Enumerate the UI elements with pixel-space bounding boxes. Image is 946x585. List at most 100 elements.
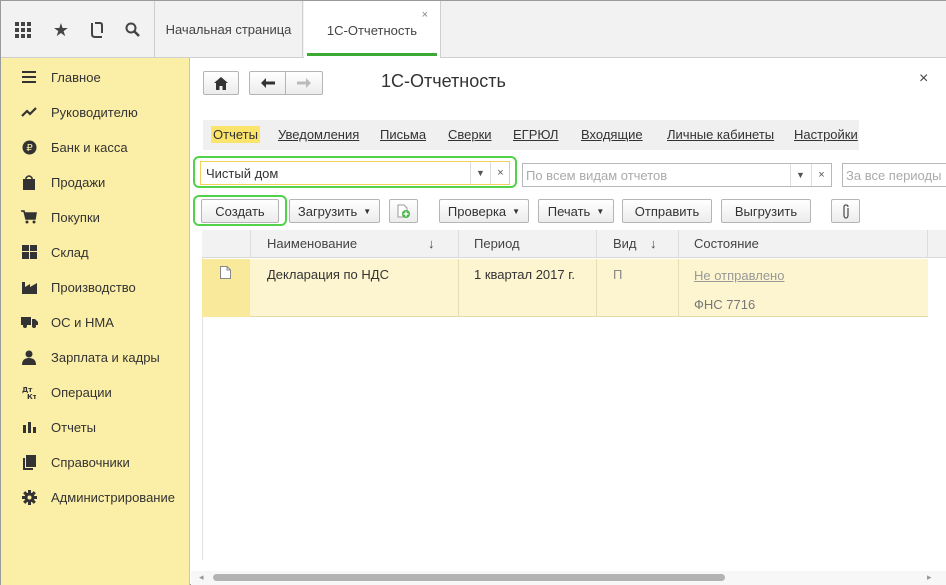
- section-navbar: Отчеты Уведомления Письма Сверки ЕГРЮЛ В…: [203, 120, 859, 150]
- load-button[interactable]: Загрузить ▼: [289, 199, 380, 223]
- period-placeholder: За все периоды: [846, 168, 942, 183]
- sidebar-item-label: Главное: [51, 69, 101, 85]
- sidebar-item-label: Склад: [51, 244, 89, 260]
- top-bar: ★ Начальная страница 1С-Отчетность ×: [1, 1, 946, 59]
- nav-link-settings[interactable]: Настройки: [794, 127, 858, 142]
- sidebar-item-admin[interactable]: Администрирование: [1, 482, 189, 512]
- sort-arrow-icon[interactable]: ↓: [428, 236, 435, 251]
- home-button[interactable]: [203, 71, 239, 95]
- report-type-field[interactable]: По всем видам отчетов ▼ ×: [522, 163, 832, 187]
- column-header-kind[interactable]: Вид: [613, 236, 637, 251]
- sidebar-item-operations[interactable]: Дт Кт Операции: [1, 377, 189, 407]
- document-icon: [220, 266, 231, 279]
- column-header-period[interactable]: Период: [474, 236, 520, 251]
- tab-home[interactable]: Начальная страница: [155, 1, 303, 58]
- send-button[interactable]: Отправить: [622, 199, 712, 223]
- sidebar-item-manager[interactable]: Руководителю: [1, 97, 189, 127]
- reports-table: Наименование ↓ Период Вид ↓ Состояние Де…: [202, 230, 946, 318]
- main-panel: 1С-Отчетность × Отчеты Уведомления Письм…: [191, 58, 946, 585]
- history-icon[interactable]: [85, 15, 109, 45]
- sort-arrow-icon[interactable]: ↓: [650, 236, 657, 251]
- scroll-left-icon[interactable]: ◂: [199, 572, 204, 583]
- books-icon: [20, 453, 38, 471]
- chevron-down-icon[interactable]: ▼: [470, 162, 490, 184]
- arrow-right-icon: [297, 78, 311, 88]
- sidebar-item-salary[interactable]: Зарплата и кадры: [1, 342, 189, 372]
- sidebar-item-label: Зарплата и кадры: [51, 349, 160, 365]
- sidebar-item-label: Руководителю: [51, 104, 138, 120]
- organization-field[interactable]: Чистый дом ▼ ×: [200, 161, 510, 185]
- forward-button[interactable]: [285, 71, 323, 95]
- chevron-down-icon: ▼: [363, 206, 372, 216]
- sidebar-item-reports[interactable]: Отчеты: [1, 412, 189, 442]
- back-button[interactable]: [249, 71, 286, 95]
- send-button-label: Отправить: [634, 203, 700, 219]
- nav-link-incoming[interactable]: Входящие: [581, 127, 643, 142]
- nav-link-notifications[interactable]: Уведомления: [278, 127, 359, 142]
- sidebar-item-production[interactable]: Производство: [1, 272, 189, 302]
- bar-chart-icon: [20, 418, 38, 436]
- sidebar-item-sales[interactable]: Продажи: [1, 167, 189, 197]
- check-button-label: Проверка: [447, 203, 507, 219]
- truck-icon: [20, 313, 38, 331]
- attach-button[interactable]: [831, 199, 860, 223]
- scroll-right-icon[interactable]: ▸: [927, 572, 932, 583]
- sidebar-item-label: ОС и НМА: [51, 314, 114, 330]
- column-header-state[interactable]: Состояние: [694, 236, 759, 251]
- star-icon[interactable]: ★: [49, 15, 73, 45]
- print-button-label: Печать: [547, 203, 591, 219]
- create-button[interactable]: Создать: [201, 199, 279, 223]
- tab-active-label: 1С-Отчетность: [326, 22, 418, 38]
- column-header-name[interactable]: Наименование: [267, 236, 357, 251]
- add-document-button[interactable]: [389, 199, 418, 223]
- warehouse-grid-icon: [20, 243, 38, 261]
- shopping-bag-icon: [20, 173, 38, 191]
- sidebar-item-label: Покупки: [51, 209, 100, 225]
- sidebar-item-warehouse[interactable]: Склад: [1, 237, 189, 267]
- paperclip-icon: [842, 203, 849, 219]
- nav-link-egrul[interactable]: ЕГРЮЛ: [513, 127, 558, 142]
- trend-up-icon: [20, 103, 38, 121]
- sidebar-item-label: Справочники: [51, 454, 130, 470]
- check-button[interactable]: Проверка ▼: [439, 199, 529, 223]
- sidebar-item-label: Администрирование: [51, 489, 175, 505]
- nav-link-letters[interactable]: Письма: [380, 127, 426, 142]
- table-row[interactable]: Декларация по НДС 1 квартал 2017 г. П Не…: [202, 259, 928, 317]
- sidebar-item-label: Производство: [51, 279, 136, 295]
- arrow-left-icon: [260, 78, 275, 88]
- sidebar-item-label: Отчеты: [51, 419, 96, 435]
- horizontal-scrollbar[interactable]: ◂ ▸: [191, 571, 946, 585]
- factory-icon: [20, 278, 38, 296]
- apps-grid-icon[interactable]: [11, 15, 35, 45]
- sidebar-item-bank[interactable]: ₽ Банк и касса: [1, 132, 189, 162]
- sidebar: Главное Руководителю ₽ Банк и касса Прод…: [1, 58, 190, 585]
- sidebar-item-directories[interactable]: Справочники: [1, 447, 189, 477]
- chevron-down-icon[interactable]: ▼: [790, 164, 810, 186]
- period-field[interactable]: За все периоды: [842, 163, 946, 187]
- report-type-placeholder: По всем видам отчетов: [526, 168, 668, 183]
- search-icon[interactable]: [121, 15, 145, 45]
- print-button[interactable]: Печать ▼: [538, 199, 614, 223]
- close-icon[interactable]: ×: [919, 70, 928, 88]
- export-button[interactable]: Выгрузить: [721, 199, 811, 223]
- row-kind: П: [613, 267, 623, 282]
- tab-close-icon[interactable]: ×: [422, 9, 428, 21]
- row-state-link[interactable]: Не отправлено: [694, 268, 784, 283]
- export-button-label: Выгрузить: [734, 203, 798, 219]
- nav-link-reports[interactable]: Отчеты: [211, 126, 260, 143]
- nav-link-reconciliations[interactable]: Сверки: [448, 127, 492, 142]
- cart-icon: [20, 208, 38, 226]
- svg-text:Кт: Кт: [27, 393, 36, 400]
- scrollbar-thumb[interactable]: [213, 574, 725, 581]
- sidebar-item-fixed-assets[interactable]: ОС и НМА: [1, 307, 189, 337]
- clear-icon[interactable]: ×: [811, 164, 831, 186]
- tab-home-label: Начальная страница: [165, 22, 292, 37]
- add-document-icon: [397, 204, 410, 218]
- tab-1c-reporting[interactable]: 1С-Отчетность ×: [304, 1, 441, 59]
- sidebar-item-main[interactable]: Главное: [1, 62, 189, 92]
- clear-icon[interactable]: ×: [490, 162, 510, 184]
- menu-lines-icon: [20, 68, 38, 86]
- sidebar-item-purchases[interactable]: Покупки: [1, 202, 189, 232]
- row-name: Декларация по НДС: [267, 267, 389, 282]
- nav-link-cabinets[interactable]: Личные кабинеты: [667, 127, 774, 142]
